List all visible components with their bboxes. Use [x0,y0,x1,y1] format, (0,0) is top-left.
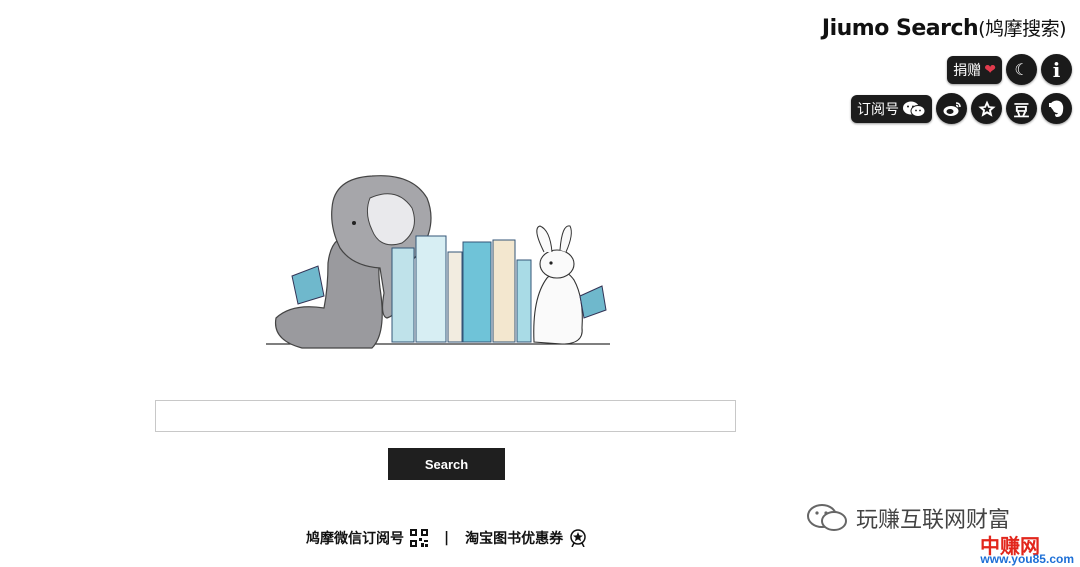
weibo-button[interactable] [936,93,967,124]
info-icon: i [1052,57,1061,82]
badge-icon [570,529,586,547]
site-title: Jiumo Search(鸠摩搜索) [821,14,1067,41]
footer-separator: | [444,530,450,546]
qr-code-icon [410,529,428,547]
douban-button[interactable]: 豆 [1006,93,1037,124]
douban-icon: 豆 [1013,100,1030,120]
evernote-icon [1048,100,1063,117]
reading-animals-illustration [266,175,610,349]
book-6 [516,259,532,343]
brand-name: Jiumo Search [821,16,979,41]
header-row-2: 订阅号 豆 [851,93,1072,124]
weibo-icon [943,101,961,116]
star-icon [977,100,996,117]
brand-subtitle: (鸠摩搜索) [978,18,1066,40]
wechat-subscription-link[interactable]: 鸠摩微信订阅号 [306,528,404,548]
donate-label: 捐赠 [953,62,982,79]
moon-icon: ☾ [1014,60,1029,79]
subscribe-button[interactable]: 订阅号 [851,94,932,123]
watermark-url: www.you85.com [980,552,1074,566]
header-row-1: 捐赠 ❤ ☾ i [947,54,1072,85]
wechat-watermark-icon [807,504,847,531]
book-1 [391,247,415,343]
book-5 [492,239,516,343]
heart-icon: ❤ [984,61,996,78]
book-2 [415,235,447,343]
book-4 [462,241,492,343]
night-mode-button[interactable]: ☾ [1006,54,1037,85]
search-input[interactable] [155,400,736,432]
evernote-button[interactable] [1041,93,1072,124]
rabbit-figure [533,270,583,345]
footer-links: 鸠摩微信订阅号 | 淘宝图书优惠券 [306,528,587,548]
wechat-icon [903,101,926,117]
taobao-coupon-link[interactable]: 淘宝图书优惠券 [465,528,563,548]
info-button[interactable]: i [1041,54,1072,85]
subscribe-label: 订阅号 [857,101,899,118]
search-button[interactable]: Search [388,448,505,480]
donate-button[interactable]: 捐赠 ❤ [947,55,1002,84]
book-3 [447,251,463,343]
favorite-button[interactable] [971,93,1002,124]
